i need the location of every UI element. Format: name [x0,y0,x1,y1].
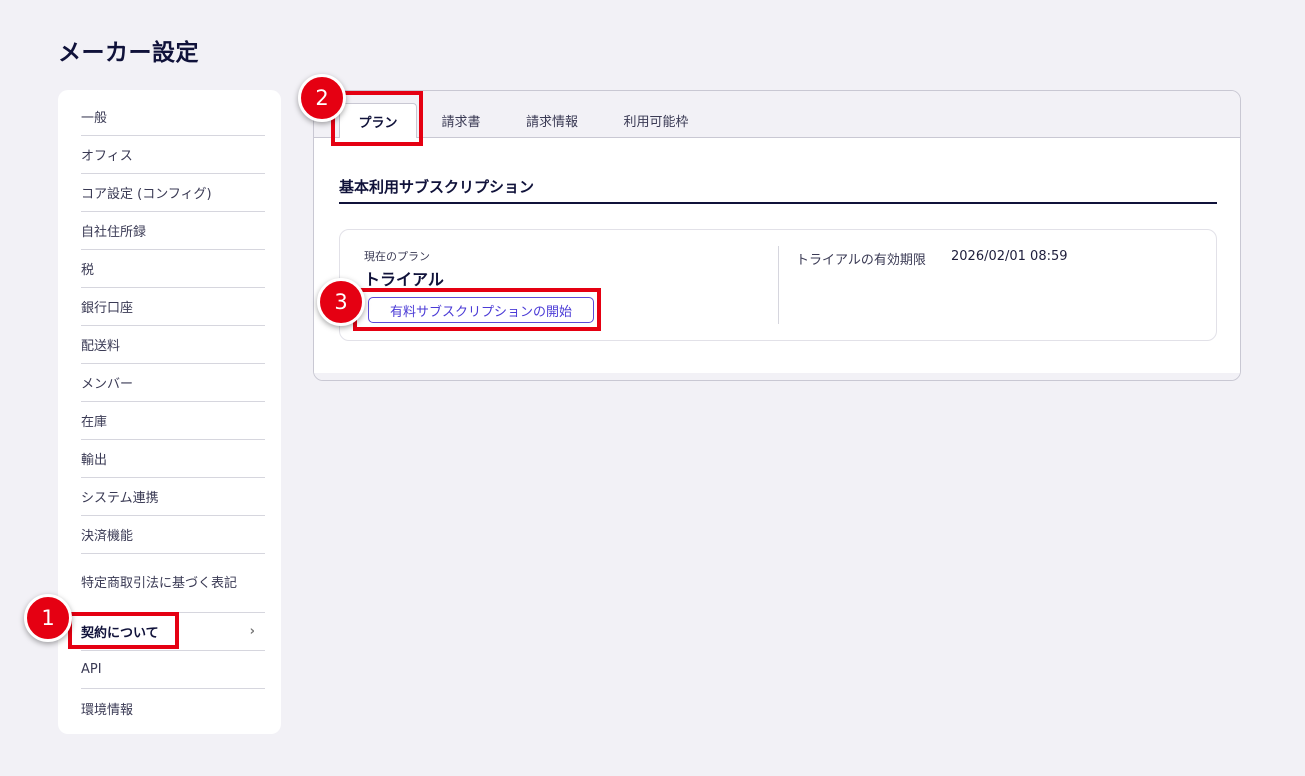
tab-usage-limit[interactable]: 利用可能枠 [608,103,704,138]
sidebar-item-tax[interactable]: 税 [81,250,265,288]
plan-content: 基本利用サブスクリプション 現在のプラン トライアル 有料サブスクリプションの開… [314,138,1240,373]
sidebar-item-core-config[interactable]: コア設定 (コンフィグ) [81,174,265,212]
vertical-divider [778,246,779,324]
sidebar-item-label: オフィス [81,149,133,164]
sidebar-item-address-book[interactable]: 自社住所録 [81,212,265,250]
trial-expiry-label: トライアルの有効期限 [796,253,926,268]
step-badge-3: 3 [317,278,365,326]
sidebar-item-inventory[interactable]: 在庫 [81,402,265,440]
sidebar-item-environment[interactable]: 環境情報 [81,689,265,727]
section-divider [339,202,1217,204]
chevron-right-icon: › [249,624,255,639]
plan-summary-box: 現在のプラン トライアル 有料サブスクリプションの開始 トライアルの有効期限 2… [339,229,1217,341]
sidebar-item-payment[interactable]: 決済機能 [81,516,265,554]
contract-card: プラン 請求書 請求情報 利用可能枠 基本利用サブスクリプション 現在のプラン … [313,90,1241,381]
sidebar-item-label: 輸出 [81,453,108,468]
sidebar-item-label: メンバー [81,377,134,392]
sidebar-item-label: 決済機能 [81,529,134,544]
sidebar-item-label: 税 [81,263,95,278]
step-badge-1: 1 [24,594,72,642]
sidebar-item-label: 配送料 [81,339,121,354]
sidebar-item-api[interactable]: API [81,651,265,689]
sidebar-item-label: API [81,662,102,677]
card-footer-strip [314,373,1240,380]
sidebar-item-label: コア設定 (コンフィグ) [81,187,212,202]
sidebar-item-label: 特定商取引法に基づく表記 [81,575,238,591]
current-plan-label: 現在のプラン [364,250,430,263]
sidebar-item-export[interactable]: 輸出 [81,440,265,478]
tab-billing-info[interactable]: 請求情報 [510,103,594,138]
sidebar-item-system-integration[interactable]: システム連携 [81,478,265,516]
step-badge-2: 2 [298,74,346,122]
sidebar-item-label: 在庫 [81,415,108,430]
sidebar-item-general[interactable]: 一般 [81,90,265,136]
sidebar-item-label: 自社住所録 [81,225,147,240]
sidebar-item-shipping-fee[interactable]: 配送料 [81,326,265,364]
start-paid-subscription-button[interactable]: 有料サブスクリプションの開始 [368,297,594,323]
tab-invoices[interactable]: 請求書 [426,103,496,138]
page-title: メーカー設定 [58,40,199,66]
sidebar-item-bank-account[interactable]: 銀行口座 [81,288,265,326]
sidebar-item-members[interactable]: メンバー [81,364,265,402]
sidebar-item-office[interactable]: オフィス [81,136,265,174]
sidebar-item-label: 環境情報 [81,702,134,718]
section-title: 基本利用サブスクリプション [339,178,535,196]
sidebar-item-label: 銀行口座 [81,301,134,316]
sidebar-item-label: 契約について [81,626,159,641]
sidebar-item-contract[interactable]: 契約について › [81,613,265,651]
trial-expiry-value: 2026/02/01 08:59 [951,249,1068,264]
sidebar-item-label: 一般 [81,111,108,126]
tab-plan[interactable]: プラン [339,103,417,139]
settings-sidebar: 一般 オフィス コア設定 (コンフィグ) 自社住所録 税 銀行口座 配送料 メン… [58,90,281,734]
current-plan-value: トライアル [364,270,444,289]
sidebar-item-label: システム連携 [81,491,159,506]
sidebar-item-commercial-law[interactable]: 特定商取引法に基づく表記 [81,554,265,613]
tab-bar: プラン 請求書 請求情報 利用可能枠 [314,91,1240,139]
